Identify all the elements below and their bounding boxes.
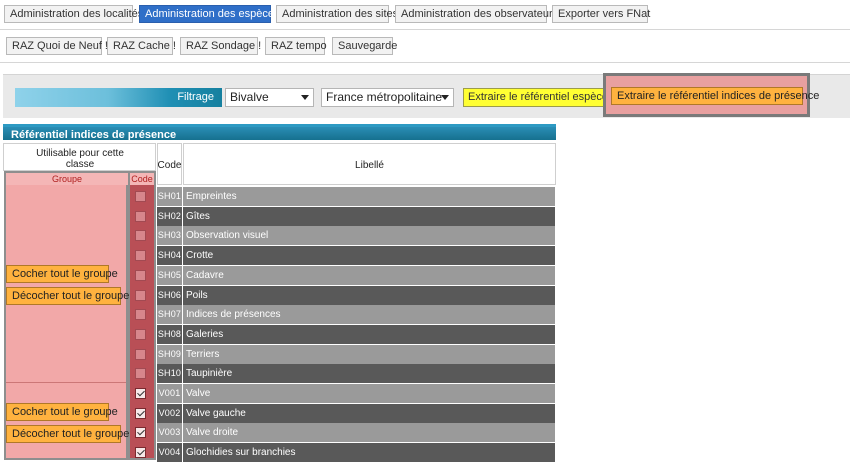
sauvegarde-button[interactable]: Sauvegarde <box>332 37 397 55</box>
row-label: Observation visuel <box>183 226 555 245</box>
row-code: SH06 <box>157 286 182 305</box>
divider <box>0 62 850 63</box>
usable-checkbox[interactable] <box>135 427 146 438</box>
usable-checkbox[interactable] <box>135 329 146 340</box>
row-code: V001 <box>157 384 182 403</box>
row-label: Valve gauche <box>183 404 555 423</box>
row-label: Poils <box>183 286 555 305</box>
nav-observateurs-button[interactable]: Administration des observateurs <box>395 5 558 23</box>
row-code: SH01 <box>157 187 182 206</box>
nav-sites-button[interactable]: Administration des sites <box>276 5 398 23</box>
panel-title: Référentiel indices de présence <box>3 124 556 141</box>
raz-cache-button[interactable]: RAZ Cache ! <box>107 37 176 55</box>
uncheck-group-v-button[interactable]: Décocher tout le groupe <box>6 425 129 443</box>
row-label: Valve droite <box>183 423 555 442</box>
region-select[interactable]: France métropolitaine <box>321 88 454 107</box>
row-code: V003 <box>157 423 182 442</box>
raz-sondage-button[interactable]: RAZ Sondage ! <box>180 37 261 55</box>
usable-checkbox[interactable] <box>135 309 146 320</box>
row-label: Valve <box>183 384 555 403</box>
row-label: Indices de présences <box>183 305 555 324</box>
filter-label: Filtrage <box>15 88 222 107</box>
header-label: Libellé <box>355 160 384 171</box>
extract-species-button[interactable]: Extraire le référentiel espèces <box>463 88 614 107</box>
row-code: SH02 <box>157 207 182 226</box>
usable-checkbox[interactable] <box>135 230 146 241</box>
row-label: Glochidies sur branchies <box>183 443 555 462</box>
row-code: V004 <box>157 443 182 462</box>
row-code: SH07 <box>157 305 182 324</box>
raz-tempo-button[interactable]: RAZ tempo <box>265 37 327 55</box>
raz-quoi-de-neuf-button[interactable]: RAZ Quoi de Neuf ! <box>6 37 108 55</box>
extract-indices-button[interactable]: Extraire le référentiel indices de prése… <box>611 87 819 105</box>
row-code: SH09 <box>157 345 182 364</box>
region-select-value: France métropolitaine <box>326 90 443 104</box>
usable-checkbox[interactable] <box>135 250 146 261</box>
usable-checkbox[interactable] <box>135 349 146 360</box>
header-code-small: Code <box>130 173 154 185</box>
divider <box>0 29 850 30</box>
row-label: Galeries <box>183 325 555 344</box>
class-select-value: Bivalve <box>230 90 269 104</box>
row-code: SH03 <box>157 226 182 245</box>
group-separator <box>6 382 126 383</box>
row-label: Crotte <box>183 246 555 265</box>
nav-especes-button[interactable]: Administration des espèces <box>139 5 280 23</box>
chevron-down-icon <box>441 95 449 100</box>
usable-checkbox[interactable] <box>135 211 146 222</box>
usable-checkbox[interactable] <box>135 408 146 419</box>
row-code: SH04 <box>157 246 182 265</box>
row-label: Terriers <box>183 345 555 364</box>
usable-checkbox[interactable] <box>135 368 146 379</box>
header-usable: Utilisable pour cette classe <box>36 148 124 170</box>
row-label: Taupinière <box>183 364 555 383</box>
usable-checkbox[interactable] <box>135 388 146 399</box>
usable-checkbox[interactable] <box>135 191 146 202</box>
row-label: Cadavre <box>183 266 555 285</box>
class-select[interactable]: Bivalve <box>225 88 314 107</box>
row-label: Empreintes <box>183 187 555 206</box>
header-code: Code <box>157 160 182 171</box>
uncheck-group-sh-button[interactable]: Décocher tout le groupe <box>6 287 129 305</box>
row-code: SH05 <box>157 266 182 285</box>
check-group-v-button[interactable]: Cocher tout le groupe <box>6 403 118 421</box>
export-fnat-button[interactable]: Exporter vers FNat <box>552 5 650 23</box>
usable-checkbox[interactable] <box>135 447 146 458</box>
row-code: SH10 <box>157 364 182 383</box>
usable-checkbox[interactable] <box>135 270 146 281</box>
chevron-down-icon <box>301 95 309 100</box>
row-code: V002 <box>157 404 182 423</box>
nav-localites-button[interactable]: Administration des localités <box>4 5 143 23</box>
row-label: Gîtes <box>183 207 555 226</box>
usable-checkbox[interactable] <box>135 290 146 301</box>
row-code: SH08 <box>157 325 182 344</box>
header-group: Groupe <box>6 173 128 185</box>
check-group-sh-button[interactable]: Cocher tout le groupe <box>6 265 118 283</box>
